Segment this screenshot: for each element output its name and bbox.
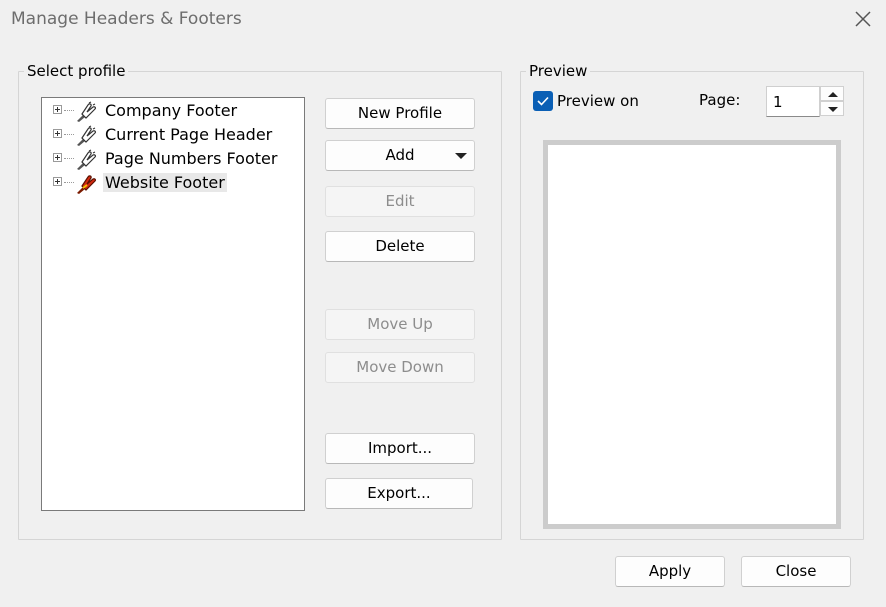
page-number-input[interactable]	[766, 86, 820, 117]
page-up-button[interactable]	[820, 86, 844, 101]
select-profile-legend: Select profile	[27, 62, 126, 80]
profile-hand-icon	[74, 101, 98, 123]
new-profile-button[interactable]: New Profile	[325, 98, 475, 129]
close-button[interactable]: Close	[741, 556, 851, 587]
expand-icon[interactable]	[53, 177, 62, 186]
profile-hand-icon	[74, 125, 98, 147]
export-button[interactable]: Export...	[325, 478, 473, 509]
import-button[interactable]: Import...	[325, 433, 475, 464]
apply-button[interactable]: Apply	[615, 556, 725, 587]
tree-item-current-page-header[interactable]: Current Page Header	[50, 124, 290, 146]
close-icon[interactable]	[850, 6, 876, 32]
profile-tree[interactable]: Company Footer Current Page Header Page …	[41, 97, 305, 511]
tree-item-label: Company Footer	[105, 101, 238, 120]
profile-red-hand-icon	[74, 173, 98, 195]
profile-hand-icon	[74, 149, 98, 171]
tree-item-website-footer[interactable]: Website Footer	[50, 172, 290, 194]
preview-on-label: Preview on	[557, 92, 639, 110]
add-button[interactable]: Add	[325, 140, 475, 171]
move-up-button[interactable]: Move Up	[325, 309, 475, 340]
preview-page	[543, 140, 841, 529]
expand-icon[interactable]	[53, 105, 62, 114]
tree-item-page-numbers-footer[interactable]: Page Numbers Footer	[50, 148, 290, 170]
preview-legend: Preview	[529, 62, 588, 80]
tree-item-label: Page Numbers Footer	[105, 149, 278, 168]
tree-item-label: Current Page Header	[105, 125, 273, 144]
delete-button[interactable]: Delete	[325, 231, 475, 262]
preview-on-checkbox[interactable]	[533, 91, 553, 111]
chevron-down-icon	[455, 153, 467, 159]
triangle-up-icon	[828, 92, 838, 97]
window-title: Manage Headers & Footers	[11, 9, 242, 29]
tree-item-company-footer[interactable]: Company Footer	[50, 100, 290, 122]
tree-item-label: Website Footer	[103, 173, 227, 192]
add-button-label: Add	[385, 146, 415, 164]
edit-button[interactable]: Edit	[325, 186, 475, 217]
triangle-down-icon	[828, 107, 838, 112]
expand-icon[interactable]	[53, 153, 62, 162]
title-bar: Manage Headers & Footers	[0, 0, 886, 40]
expand-icon[interactable]	[53, 129, 62, 138]
checkmark-icon	[537, 96, 549, 106]
page-down-button[interactable]	[820, 101, 844, 116]
move-down-button[interactable]: Move Down	[325, 352, 475, 383]
page-label: Page:	[699, 91, 741, 109]
